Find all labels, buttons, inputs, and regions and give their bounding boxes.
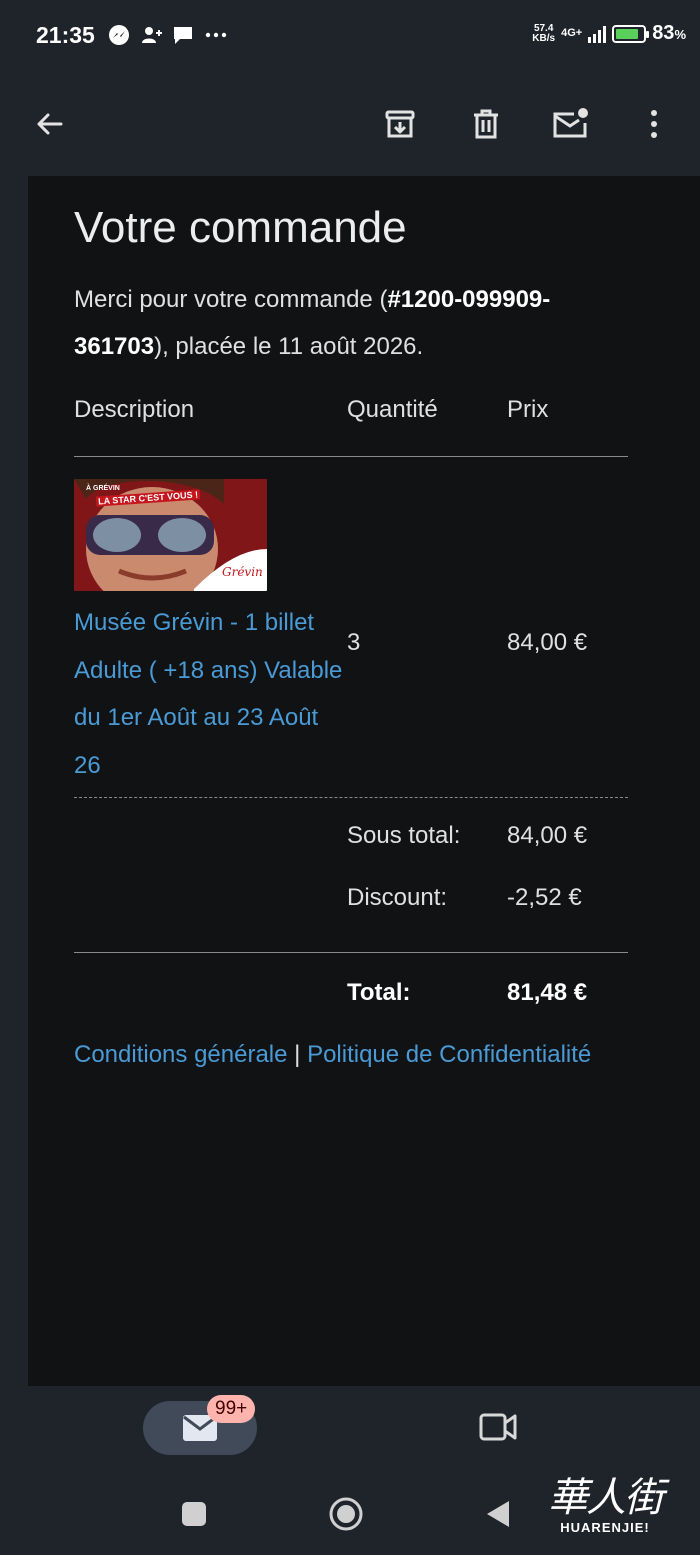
meet-tab[interactable]: [478, 1410, 518, 1449]
terms-link[interactable]: Conditions générale: [74, 1041, 287, 1068]
privacy-link[interactable]: Politique de Confidentialité: [307, 1041, 591, 1068]
home-icon: [329, 1497, 363, 1531]
back-button[interactable]: [21, 96, 77, 152]
status-time: 21:35: [36, 22, 95, 48]
back-arrow-icon: [37, 113, 63, 135]
footer-links: Conditions générale | Politique de Confi…: [74, 1031, 628, 1078]
more-vert-icon: [651, 110, 657, 138]
product-image[interactable]: À GRÉVIN LA STAR C'EST VOUS ! Grévin: [74, 479, 267, 591]
item-quantity: 3: [347, 629, 361, 656]
system-back-button[interactable]: [478, 1494, 518, 1534]
image-logo: Grévin: [222, 565, 263, 579]
battery-percent: 83%: [652, 22, 686, 44]
header-price: Prix: [507, 396, 549, 423]
messenger-icon: [109, 25, 129, 45]
product-link[interactable]: Musée Grévin - 1 billet Adulte ( +18 ans…: [74, 599, 347, 789]
status-right: 57.4 KB/s 4G+ 83%: [532, 22, 686, 45]
divider: [74, 952, 628, 953]
mark-unread-button[interactable]: [543, 96, 599, 152]
subtotal-row: Sous total: 84,00 €: [74, 822, 628, 850]
archive-icon: [385, 110, 415, 138]
video-icon: [479, 1413, 517, 1441]
total-label: Total:: [347, 979, 411, 1006]
table-row: À GRÉVIN LA STAR C'EST VOUS ! Grévin Mus…: [74, 457, 628, 797]
app-bar: [0, 72, 700, 176]
item-description: À GRÉVIN LA STAR C'EST VOUS ! Grévin Mus…: [74, 479, 347, 797]
more-dots-icon: [205, 32, 227, 38]
header-description: Description: [74, 396, 195, 423]
network-type: 4G+: [561, 27, 583, 39]
more-options-button[interactable]: [626, 96, 682, 152]
mark-unread-icon: [553, 108, 588, 138]
unread-badge: 99+: [207, 1395, 256, 1423]
battery-icon: [612, 24, 650, 43]
order-summary: Votre commande Merci pour votre commande…: [74, 176, 628, 1078]
header-quantity: Quantité: [347, 396, 438, 423]
home-button[interactable]: [326, 1494, 366, 1534]
recents-button[interactable]: [174, 1494, 214, 1534]
order-intro: Merci pour votre commande (#1200-099909-…: [74, 286, 551, 360]
battery-fill: [616, 28, 638, 39]
notification-icons: [108, 24, 228, 46]
table-header: Description Quantité Prix: [74, 396, 628, 456]
divider-dashed: [74, 797, 628, 798]
recents-icon: [182, 1502, 206, 1526]
discount-row: Discount: -2,52 €: [74, 884, 628, 912]
delete-button[interactable]: [458, 96, 514, 152]
subtotal-value: 84,00 €: [507, 822, 588, 849]
total-row: Total: 81,48 €: [74, 979, 628, 1007]
discount-value: -2,52 €: [507, 884, 582, 911]
back-icon: [487, 1501, 509, 1527]
contact-icon: [142, 27, 162, 43]
watermark-logo: 華人街 HUARENJIE!: [548, 1475, 664, 1535]
page-title: Votre commande: [74, 203, 407, 252]
archive-button[interactable]: [372, 96, 428, 152]
link-separator: |: [294, 1041, 301, 1068]
item-price: 84,00 €: [507, 629, 588, 656]
total-value: 81,48 €: [507, 979, 588, 1006]
discount-label: Discount:: [347, 884, 448, 911]
net-speed: 57.4 KB/s: [532, 22, 556, 44]
signal-icon: [588, 25, 607, 43]
image-caption-1: À GRÉVIN: [86, 485, 120, 492]
status-bar: 21:35 57.4 KB/s 4G+ 83%: [0, 0, 700, 72]
delete-icon: [474, 109, 498, 139]
subtotal-label: Sous total:: [347, 822, 461, 849]
chat-icon: [174, 27, 192, 44]
email-body[interactable]: Votre commande Merci pour votre commande…: [28, 176, 700, 1386]
